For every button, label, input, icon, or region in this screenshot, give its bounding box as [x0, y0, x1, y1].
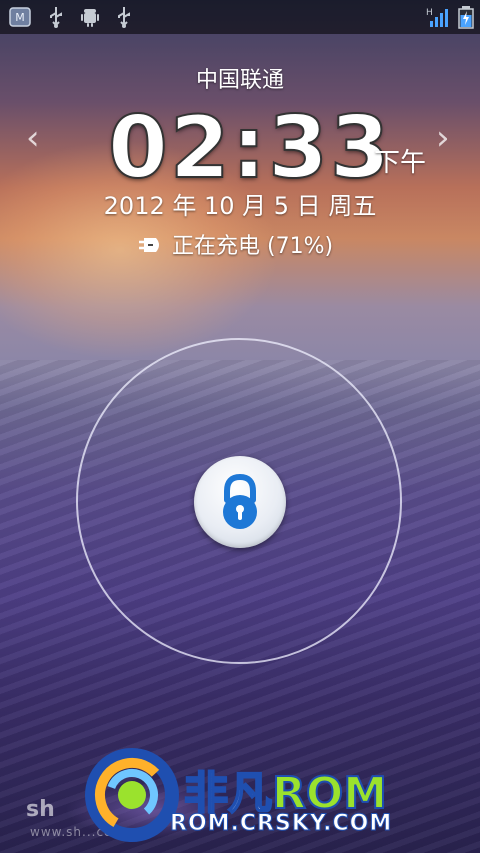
charging-plug-icon: [136, 235, 164, 253]
android-debug-icon: [78, 5, 102, 29]
status-bar[interactable]: M H: [0, 0, 480, 34]
lockscreen: M H 中国联通 ‹ › 02:33 下午 2012 年 10 月 5 日 周五…: [0, 0, 480, 853]
clock-ampm: 下午: [374, 148, 427, 178]
usb-icon: [44, 5, 68, 29]
signal-h-icon: H: [424, 5, 448, 29]
clock-time: 02:33: [107, 97, 392, 199]
clock: 02:33 下午: [0, 97, 480, 199]
network-type-label: H: [426, 8, 433, 18]
charging-text: 正在充电 (71%): [172, 234, 334, 259]
watermark: sh www.sh...com 非凡ROM ROM.CRSKY.COM: [20, 745, 420, 845]
watermark-url: ROM.CRSKY.COM: [169, 811, 393, 837]
watermark-logo-icon: [85, 748, 179, 842]
date-label: 2012 年 10 月 5 日 周五: [103, 192, 377, 220]
lock-icon: [223, 473, 257, 529]
unlock-handle-button[interactable]: [194, 456, 286, 548]
battery-charging-icon: [454, 5, 478, 29]
usb-icon: [112, 5, 136, 29]
app-notification-icon[interactable]: M: [8, 5, 32, 29]
svg-text:M: M: [15, 11, 25, 24]
charging-status: 正在充电 (71%): [136, 228, 333, 260]
watermark-brand-left: sh: [26, 797, 55, 822]
carrier-label: 中国联通: [195, 68, 284, 93]
